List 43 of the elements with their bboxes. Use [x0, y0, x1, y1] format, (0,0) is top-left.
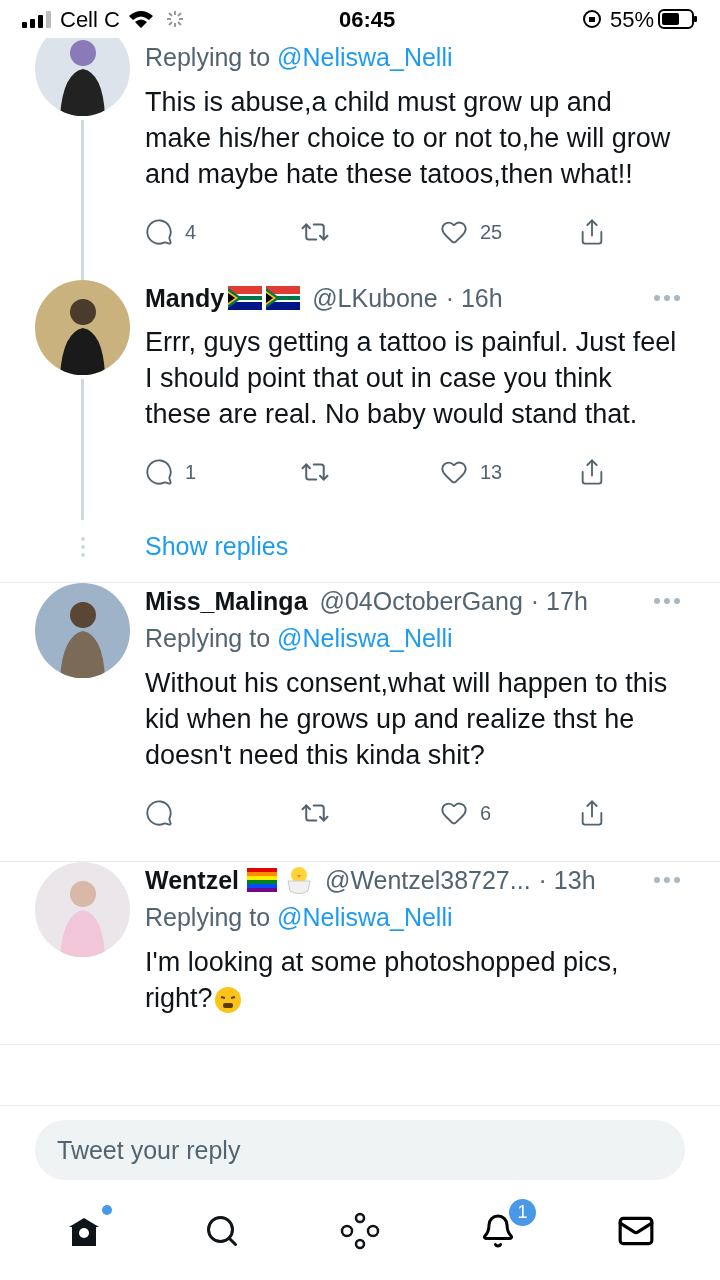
battery-icon: [658, 9, 698, 29]
tweet-text: I'm looking at some photoshopped pics, right?: [145, 946, 620, 1016]
carrier-name: Cell C: [60, 5, 120, 34]
reply-icon[interactable]: [145, 218, 173, 246]
user-handle[interactable]: @Wentzel38727...: [325, 862, 531, 898]
user-handle[interactable]: @04OctoberGang: [319, 583, 523, 619]
tweet-text: Errr, guys getting a tattoo is painful. Just feel I should point that out in case you think these are real. No baby would stand that.: [145, 326, 678, 431]
reply-icon[interactable]: [145, 799, 173, 827]
face-emoji-icon: [212, 984, 243, 1015]
tweet-time: · 13h: [538, 865, 596, 896]
flag-icon: [228, 286, 263, 310]
like-count: 13: [480, 460, 503, 485]
reply-count: 1: [185, 460, 197, 485]
clock-time: 06:45: [338, 5, 396, 34]
signal-icon: [22, 10, 52, 28]
bell-icon[interactable]: [480, 1213, 516, 1249]
search-icon[interactable]: [204, 1213, 240, 1249]
tweet-time: · 17h: [530, 586, 588, 617]
reply-input[interactable]: Tweet your reply: [35, 1120, 685, 1180]
wifi-icon: [127, 9, 154, 29]
like-count: 6: [480, 801, 492, 826]
tweet-text: Without his consent,what will happen to this kid when he grows up and realize thst he doesn't need this kinda shit?: [145, 667, 669, 772]
like-count: 25: [480, 220, 503, 245]
flag-icon: [247, 868, 277, 892]
spaces-icon[interactable]: [340, 1212, 380, 1250]
display-name[interactable]: Wentzel: [145, 862, 239, 898]
reply-icon[interactable]: [145, 458, 173, 486]
chick-icon: [285, 865, 313, 895]
rotation-lock-icon: [581, 9, 602, 29]
display-name[interactable]: Mandy: [145, 280, 225, 316]
replying-label: Replying to: [145, 42, 271, 73]
replying-label: Replying to: [145, 902, 271, 933]
battery-percent: 55%: [609, 5, 654, 34]
user-handle[interactable]: @LKubone: [312, 280, 438, 316]
tweet-time: · 16h: [445, 283, 503, 314]
flag-icon: [266, 286, 301, 310]
replying-label: Replying to: [145, 623, 271, 654]
reply-count: 4: [185, 220, 197, 245]
loading-icon: [165, 10, 184, 28]
tweet-text: This is abuse,a child must grow up and make his/her choice to or not to,he will grow and maybe hate these tatoos,then what!!: [145, 86, 672, 191]
notification-badge: 1: [509, 1199, 536, 1226]
display-name[interactable]: Miss_Malinga: [145, 583, 308, 619]
thread-dots-icon: [80, 537, 85, 557]
